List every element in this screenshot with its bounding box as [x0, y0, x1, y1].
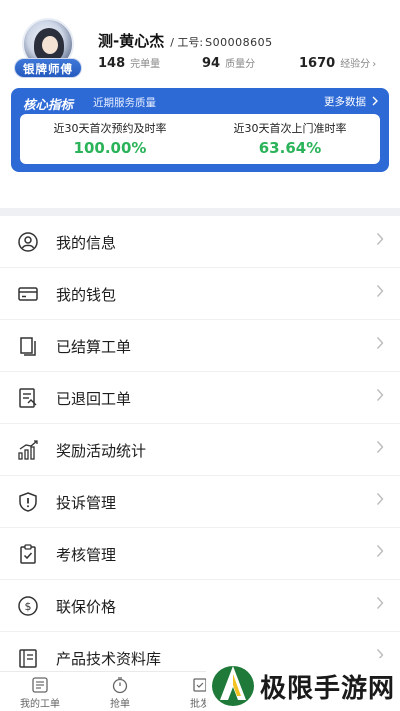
menu-label: 投诉管理	[56, 494, 117, 512]
metric-value: 63.64%	[258, 139, 322, 157]
library-icon	[17, 647, 39, 669]
stat-value: 1670	[299, 56, 336, 71]
complaint-shield-icon	[17, 491, 39, 513]
tab-label: 抢单	[110, 699, 130, 710]
tab-label: 我的工单	[20, 699, 60, 710]
menu-label: 奖励活动统计	[56, 442, 147, 460]
chevron-right-icon	[376, 232, 384, 250]
core-metrics-subtitle: 近期服务质量	[93, 97, 156, 109]
user-icon	[17, 231, 39, 253]
stat-label: 经验分	[340, 59, 371, 70]
employee-id: S00008605	[205, 36, 273, 49]
core-metrics-panel: 近30天首次预约及时率 100.00% 近30天首次上门准时率 63.64%	[20, 114, 380, 164]
metric-label: 近30天首次上门准时率	[233, 122, 347, 135]
section-divider	[0, 208, 400, 216]
menu-item-reward-stats[interactable]: 奖励活动统计	[0, 424, 400, 476]
menu-label: 产品技术资料库	[56, 650, 162, 668]
menu-label: 我的钱包	[56, 286, 117, 304]
chevron-right-icon: ›	[372, 59, 377, 70]
watermark-text: 极限手游网	[260, 674, 396, 704]
menu-item-assessment-management[interactable]: 考核管理	[0, 528, 400, 580]
menu-item-settled-orders[interactable]: 已结算工单	[0, 320, 400, 372]
chevron-right-icon	[376, 284, 384, 302]
profile-header: 银牌师傅 测-黄心杰 / 工号: S00008605 148 完单量 94 质量…	[0, 0, 400, 88]
wallet-icon	[17, 283, 39, 305]
metric-appointment-timely-rate: 近30天首次预约及时率 100.00%	[20, 120, 200, 157]
stat-quality-score: 94 质量分	[202, 55, 255, 71]
menu-label: 考核管理	[56, 546, 117, 564]
more-data-label: 更多数据	[324, 96, 366, 108]
dollar-coin-icon: $	[17, 595, 39, 617]
watermark-logo-icon	[210, 660, 256, 708]
clipboard-check-icon	[17, 543, 39, 565]
chevron-right-icon	[376, 544, 384, 562]
menu-label: 联保价格	[56, 598, 117, 616]
level-badge: 银牌师傅	[14, 58, 82, 78]
menu-label: 已退回工单	[56, 390, 132, 408]
list-icon	[31, 676, 49, 694]
menu-item-complaint-management[interactable]: 投诉管理	[0, 476, 400, 528]
chevron-right-icon	[376, 492, 384, 510]
metric-onsite-punctual-rate: 近30天首次上门准时率 63.64%	[200, 120, 380, 157]
metric-value: 100.00%	[73, 139, 147, 157]
stat-label: 质量分	[225, 59, 256, 70]
menu-item-my-info[interactable]: 我的信息	[0, 216, 400, 268]
more-data-link[interactable]: 更多数据	[324, 94, 379, 109]
user-name: 测-黄心杰	[98, 32, 165, 50]
menu-label: 已结算工单	[56, 338, 132, 356]
tab-grab-orders[interactable]: 抢单	[80, 676, 160, 710]
menu-item-returned-orders[interactable]: 已退回工单	[0, 372, 400, 424]
stat-value: 148	[98, 56, 126, 71]
stats-row: 148 完单量 94 质量分 1670 经验分 ›	[98, 55, 390, 75]
stat-label: 完单量	[130, 59, 161, 70]
name-line: 测-黄心杰 / 工号: S00008605	[98, 30, 273, 50]
chevron-right-icon	[376, 440, 384, 458]
menu-label: 我的信息	[56, 234, 117, 252]
chevron-right-icon	[376, 336, 384, 354]
tab-my-orders[interactable]: 我的工单	[0, 676, 80, 710]
avatar-group[interactable]: 银牌师傅	[14, 18, 82, 80]
menu-item-my-wallet[interactable]: 我的钱包	[0, 268, 400, 320]
core-metrics-card: 核心指标 近期服务质量 更多数据 近30天首次预约及时率 100.00% 近30…	[11, 88, 389, 172]
employee-label: / 工号:	[170, 36, 204, 49]
chevron-right-icon	[376, 388, 384, 406]
svg-text:$: $	[25, 600, 32, 613]
stat-experience-score[interactable]: 1670 经验分 ›	[299, 55, 376, 71]
watermark: 极限手游网	[206, 658, 400, 711]
metric-label: 近30天首次预约及时率	[53, 122, 167, 135]
chevron-right-icon	[376, 596, 384, 614]
timer-icon	[111, 676, 129, 694]
bar-chart-icon	[17, 439, 39, 461]
document-icon	[17, 335, 39, 357]
chevron-right-icon	[371, 95, 379, 109]
stat-value: 94	[202, 56, 221, 71]
avatar-face	[42, 36, 58, 54]
menu-item-warranty-price[interactable]: $ 联保价格	[0, 580, 400, 632]
stat-completed-orders: 148 完单量	[98, 55, 160, 71]
core-metrics-title: 核心指标	[23, 97, 74, 112]
returned-order-icon	[17, 387, 39, 409]
